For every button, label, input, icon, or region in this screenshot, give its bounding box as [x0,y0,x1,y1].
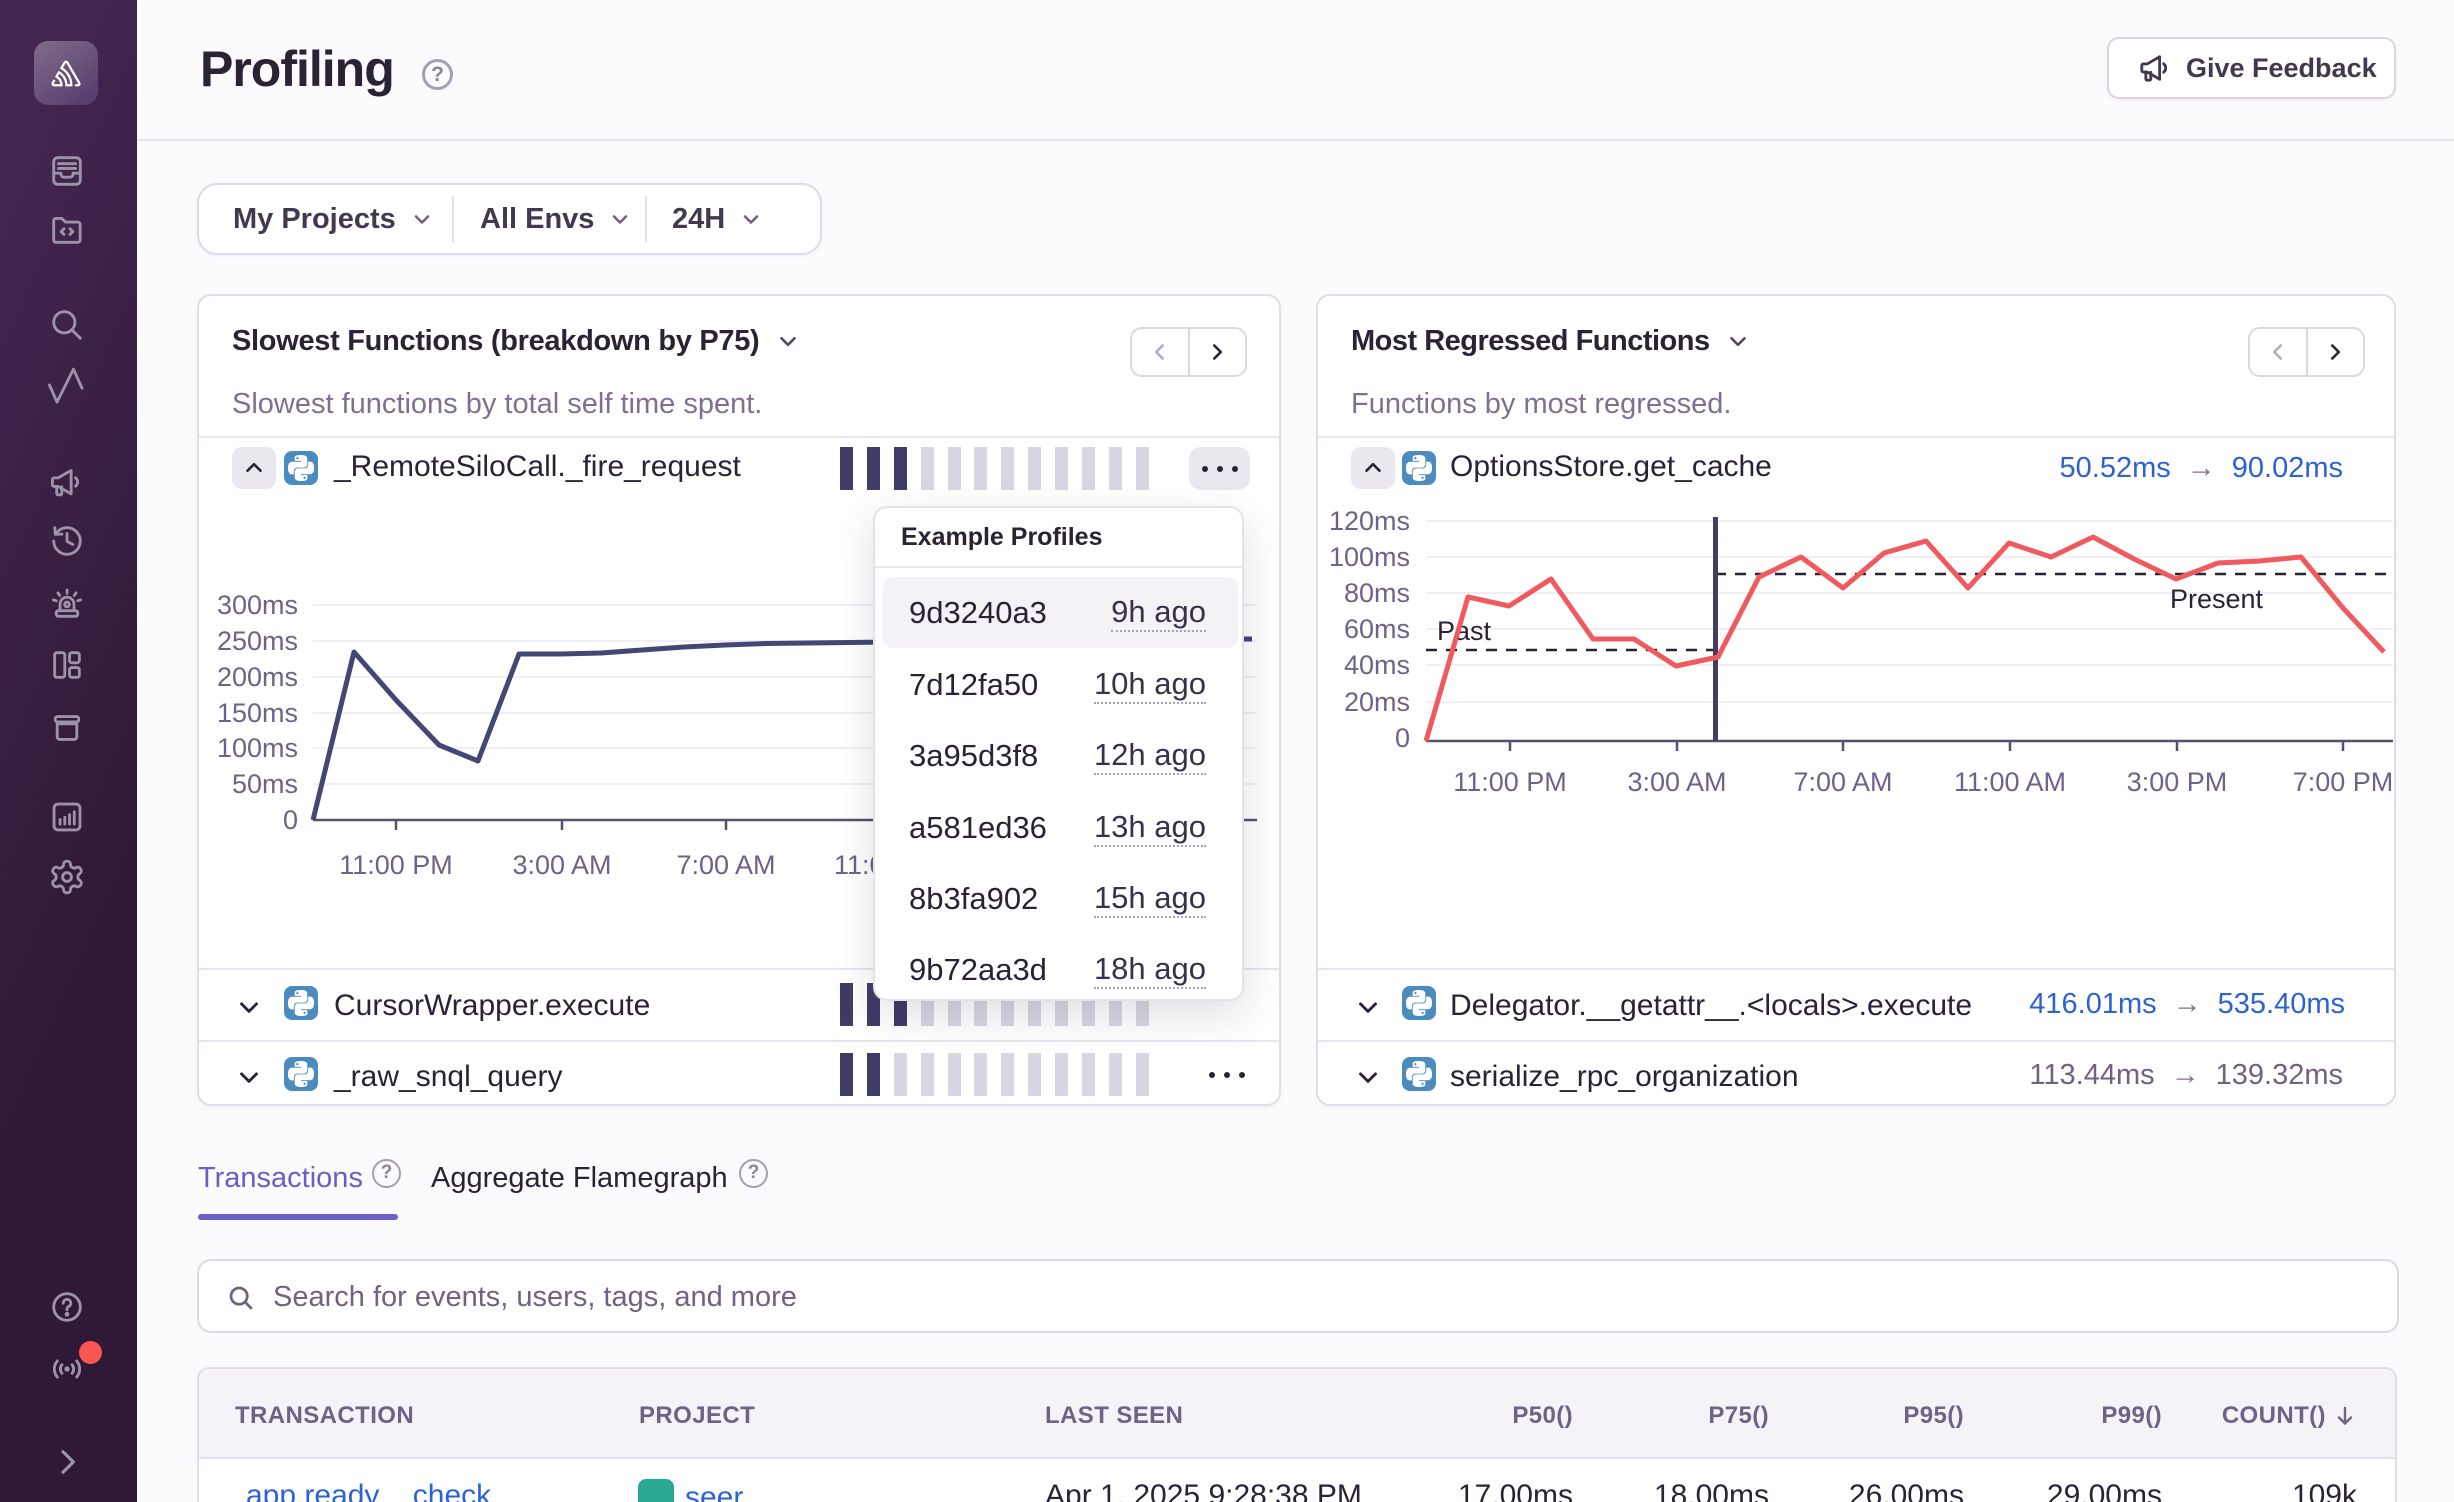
svg-text:0: 0 [283,805,298,835]
svg-text:100ms: 100ms [217,733,298,763]
svg-text:11:00 PM: 11:00 PM [339,850,453,880]
svg-text:Past: Past [1437,616,1492,646]
svg-text:50ms: 50ms [232,769,298,799]
svg-text:11:00 AM: 11:00 AM [1954,767,2066,797]
svg-text:Present: Present [2170,584,2264,614]
svg-text:3:00 AM: 3:00 AM [1627,767,1726,797]
svg-text:40ms: 40ms [1344,650,1410,680]
svg-text:120ms: 120ms [1329,506,1410,536]
svg-text:11:00 PM: 11:00 PM [1453,767,1567,797]
svg-text:300ms: 300ms [217,590,298,620]
svg-text:100ms: 100ms [1329,542,1410,572]
svg-text:20ms: 20ms [1344,687,1410,717]
svg-text:3:00 PM: 3:00 PM [2127,767,2228,797]
svg-text:7:00 PM: 7:00 PM [2293,767,2394,797]
svg-text:3:00 AM: 3:00 AM [512,850,611,880]
svg-text:250ms: 250ms [217,626,298,656]
svg-text:200ms: 200ms [217,662,298,692]
svg-text:7:00 AM: 7:00 AM [1793,767,1892,797]
svg-text:60ms: 60ms [1344,614,1410,644]
svg-text:7:00 AM: 7:00 AM [676,850,775,880]
svg-text:0: 0 [1395,723,1410,753]
svg-text:150ms: 150ms [217,698,298,728]
svg-text:80ms: 80ms [1344,578,1410,608]
